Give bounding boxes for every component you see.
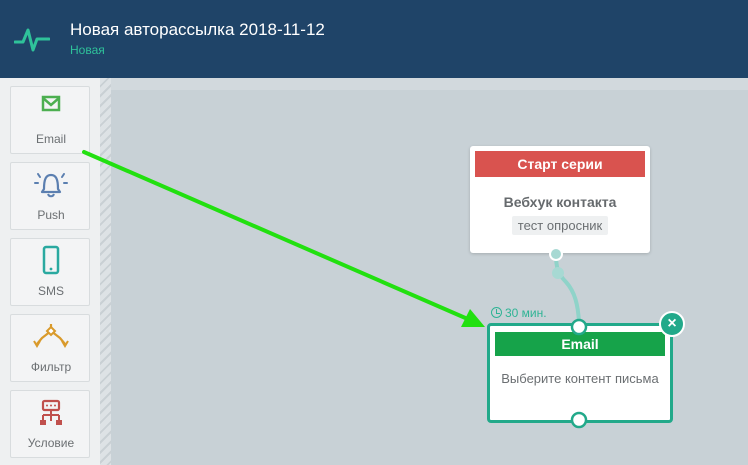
close-icon[interactable]: × [659,311,685,337]
start-node[interactable]: Старт серии Вебхук контакта тест опросни… [470,146,650,253]
tool-label: Push [37,208,65,222]
filter-icon [33,324,69,348]
tool-push[interactable]: Push [10,162,90,230]
start-node-header: Старт серии [475,151,645,177]
canvas-top-shadow [111,78,748,90]
condition-icon [40,399,62,425]
tool-label: SMS [37,284,64,298]
trigger-tag: тест опросник [511,216,609,235]
email-node[interactable]: Email Выберите контент письма [487,323,673,423]
tool-label: Фильтр [30,360,72,374]
palette-divider [100,78,111,465]
envelope-icon [41,95,61,112]
phone-icon [42,245,60,275]
tool-condition[interactable]: Условие [10,390,90,458]
trigger-name: Вебхук контакта [503,194,617,210]
delay-label[interactable]: 30 мин. [491,306,547,320]
pulse-icon [14,28,50,52]
tool-label: Условие [27,436,75,450]
campaign-status: Новая [70,43,105,57]
tool-label: Email [35,132,66,146]
campaign-title[interactable]: Новая авторассылка 2018-11-12 [70,20,325,40]
email-node-header: Email [495,332,665,356]
email-node-body: Выберите контент письма [501,371,659,386]
tool-sms[interactable]: SMS [10,238,90,306]
delay-text: 30 мин. [505,306,547,320]
tool-email[interactable]: Email [10,86,90,154]
bell-icon [34,173,68,198]
top-bar: Новая авторассылка 2018-11-12 Новая [0,0,748,78]
clock-icon [491,307,502,318]
tool-filter[interactable]: Фильтр [10,314,90,382]
